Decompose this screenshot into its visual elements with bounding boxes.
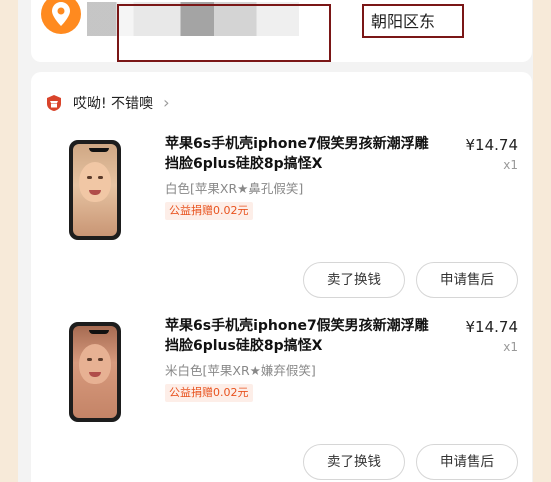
- product-price: ¥14.74: [465, 318, 519, 336]
- product-price: ¥14.74: [465, 136, 519, 154]
- product-title[interactable]: 苹果6s手机壳iphone7假笑男孩新潮浮雕挡脸6plus硅胶8p搞怪X: [165, 134, 437, 174]
- face-image: [79, 344, 111, 384]
- order-item[interactable]: 苹果6s手机壳iphone7假笑男孩新潮浮雕挡脸6plus硅胶8p搞怪X 白色[…: [31, 128, 532, 298]
- product-quantity: x1: [503, 340, 518, 354]
- face-image: [79, 162, 111, 202]
- product-spec: 白色[苹果XR★鼻孔假笑]: [165, 181, 304, 196]
- address-district: 朝阳区东: [371, 12, 436, 31]
- product-quantity: x1: [503, 158, 518, 172]
- charity-tag: 公益捐赠0.02元: [165, 202, 253, 220]
- product-title[interactable]: 苹果6s手机壳iphone7假笑男孩新潮浮雕挡脸6plus硅胶8p搞怪X: [165, 316, 437, 356]
- page-frame-left: [0, 0, 18, 482]
- after-sale-button[interactable]: 申请售后: [416, 444, 518, 480]
- location-pin-icon: [41, 0, 81, 34]
- after-sale-button[interactable]: 申请售后: [416, 262, 518, 298]
- page-frame-right: [533, 0, 551, 482]
- store-name: 哎呦! 不错噢: [73, 96, 154, 112]
- sell-button[interactable]: 卖了换钱: [303, 444, 405, 480]
- product-spec: 米白色[苹果XR★嫌弃假笑]: [165, 363, 316, 378]
- product-thumbnail[interactable]: [69, 140, 121, 240]
- shop-icon: [45, 94, 63, 112]
- annotation-box-address: [117, 4, 331, 62]
- product-thumbnail[interactable]: [69, 322, 121, 422]
- order-card: 哎呦! 不错噢 › 苹果6s手机壳iphone7假笑男孩新潮浮雕挡脸6plus硅…: [31, 72, 532, 482]
- chevron-right-icon: ›: [163, 93, 170, 112]
- charity-tag: 公益捐赠0.02元: [165, 384, 253, 402]
- store-header[interactable]: 哎呦! 不错噢 ›: [45, 92, 169, 114]
- address-card[interactable]: 朝阳区东: [31, 0, 532, 62]
- order-item[interactable]: 苹果6s手机壳iphone7假笑男孩新潮浮雕挡脸6plus硅胶8p搞怪X 米白色…: [31, 310, 532, 480]
- sell-button[interactable]: 卖了换钱: [303, 262, 405, 298]
